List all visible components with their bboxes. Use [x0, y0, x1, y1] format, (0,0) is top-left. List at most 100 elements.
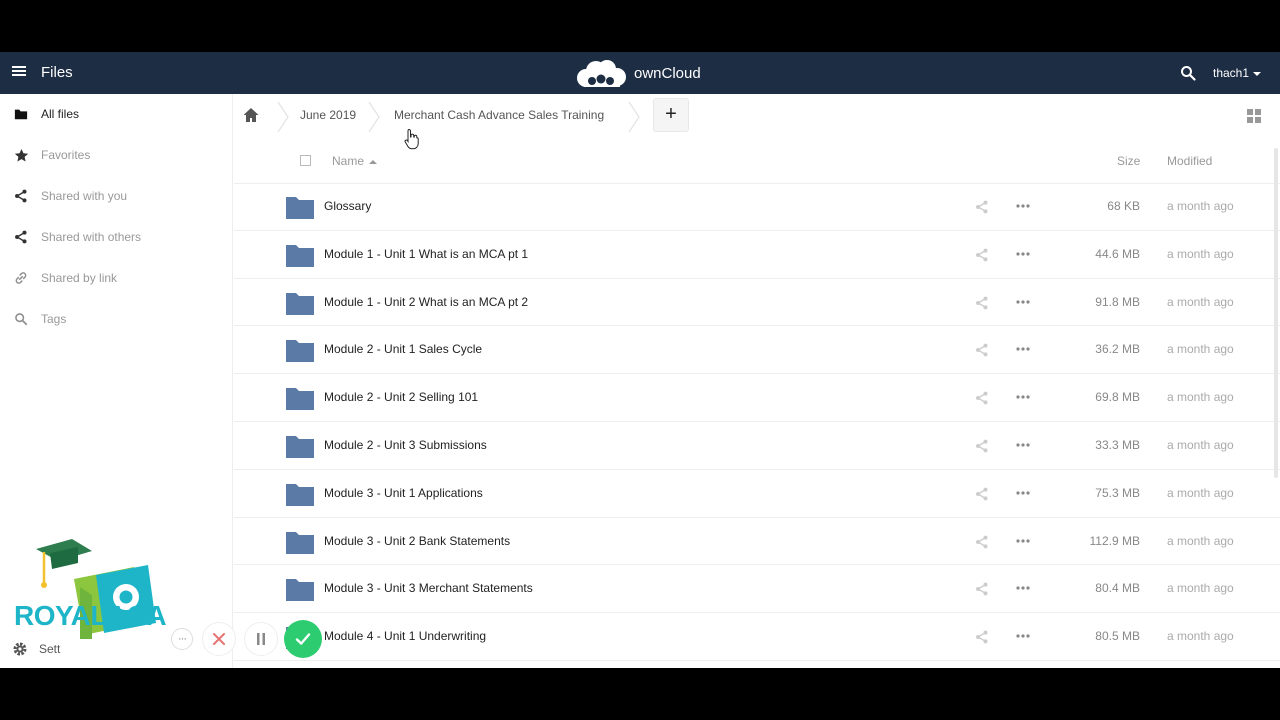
- table-row[interactable]: Module 3 - Unit 2 Bank Statements 112.9 M…: [234, 518, 1280, 566]
- file-size: 112.9 MB: [1089, 533, 1140, 548]
- file-name[interactable]: Module 3 - Unit 3 Merchant Statements: [324, 581, 533, 595]
- column-header-modified[interactable]: Modified: [1167, 154, 1212, 168]
- file-size: 69.8 MB: [1095, 390, 1140, 405]
- settings-button[interactable]: Sett: [12, 638, 92, 660]
- more-options-button[interactable]: ···: [171, 628, 193, 650]
- more-actions-icon[interactable]: [1014, 534, 1032, 548]
- share-icon[interactable]: [975, 200, 989, 214]
- file-size: 75.3 MB: [1095, 485, 1140, 500]
- file-name[interactable]: Glossary: [324, 199, 371, 213]
- folder-icon: [13, 106, 29, 122]
- breadcrumb-separator: [277, 102, 289, 132]
- new-file-button[interactable]: +: [653, 98, 689, 132]
- hand-cursor-icon: [404, 128, 419, 150]
- link-icon: [13, 270, 29, 286]
- sidebar-item-label: Shared with you: [41, 189, 128, 203]
- share-icon[interactable]: [975, 535, 989, 549]
- file-name[interactable]: Module 3 - Unit 1 Applications: [324, 486, 483, 500]
- table-row[interactable]: Module 4 - Unit 1 Underwriting 80.5 MB a m…: [234, 613, 1280, 661]
- table-row[interactable]: Module 2 - Unit 2 Selling 101 69.8 MB a mo…: [234, 374, 1280, 422]
- file-name[interactable]: Module 1 - Unit 1 What is an MCA pt 1: [324, 247, 528, 261]
- share-icon[interactable]: [975, 296, 989, 310]
- search-icon[interactable]: [1180, 65, 1196, 81]
- sidebar-item-favorites[interactable]: Favorites: [0, 135, 233, 175]
- share-icon: [13, 188, 29, 204]
- close-button[interactable]: [202, 622, 236, 656]
- star-icon: [13, 147, 29, 163]
- pause-button[interactable]: [244, 622, 278, 656]
- share-icon[interactable]: [975, 487, 989, 501]
- app-title[interactable]: Files: [41, 64, 73, 81]
- scrollbar[interactable]: [1274, 148, 1278, 478]
- brand-logo[interactable]: ownCloud: [572, 57, 701, 89]
- file-modified: a month ago: [1167, 485, 1234, 500]
- sidebar-item-shared-with-others[interactable]: Shared with others: [0, 217, 233, 257]
- column-header-name[interactable]: Name: [332, 154, 378, 168]
- close-icon: [213, 633, 225, 645]
- sidebar-item-shared-with-you[interactable]: Shared with you: [0, 176, 233, 216]
- file-modified: a month ago: [1167, 533, 1234, 548]
- tag-search-icon: [13, 311, 29, 327]
- logo-wordmark: ROYALACA: [14, 600, 167, 631]
- home-icon[interactable]: [242, 106, 260, 124]
- breadcrumb-current-folder[interactable]: Merchant Cash Advance Sales Training: [394, 108, 604, 122]
- folder-icon: [286, 292, 314, 315]
- sidebar-item-label: All files: [41, 107, 80, 121]
- folder-icon: [286, 435, 314, 458]
- table-row[interactable]: Module 3 - Unit 1 Applications 75.3 MB a m…: [234, 470, 1280, 518]
- file-name[interactable]: Module 2 - Unit 1 Sales Cycle: [324, 342, 482, 356]
- share-icon[interactable]: [975, 343, 989, 357]
- more-actions-icon[interactable]: [1014, 199, 1032, 213]
- file-modified: a month ago: [1167, 390, 1234, 405]
- breadcrumb-separator: [368, 102, 380, 132]
- file-size: 68 KB: [1107, 199, 1140, 213]
- folder-icon: [286, 340, 314, 363]
- table-row[interactable]: Module 2 - Unit 3 Submissions 33.3 MB a mo…: [234, 422, 1280, 470]
- column-header-size[interactable]: Size: [1117, 154, 1140, 168]
- file-name[interactable]: Module 2 - Unit 2 Selling 101: [324, 390, 478, 404]
- file-name[interactable]: Module 2 - Unit 3 Submissions: [324, 438, 487, 452]
- chevron-down-icon: [1253, 71, 1262, 76]
- sidebar-item-shared-by-link[interactable]: Shared by link: [0, 258, 233, 298]
- file-modified: a month ago: [1167, 342, 1234, 357]
- more-actions-icon[interactable]: [1014, 295, 1032, 309]
- share-icon[interactable]: [975, 630, 989, 644]
- more-actions-icon[interactable]: [1014, 438, 1032, 452]
- select-all-checkbox[interactable]: [300, 155, 311, 166]
- confirm-button[interactable]: [284, 620, 322, 658]
- top-header: Files ownCloud thach1: [0, 52, 1280, 94]
- sidebar-item-tags[interactable]: Tags: [0, 299, 233, 339]
- file-size: 36.2 MB: [1095, 342, 1140, 357]
- share-icon[interactable]: [975, 439, 989, 453]
- user-menu[interactable]: thach1: [1213, 66, 1262, 80]
- more-actions-icon[interactable]: [1014, 247, 1032, 261]
- more-actions-icon[interactable]: [1014, 342, 1032, 356]
- more-actions-icon[interactable]: [1014, 390, 1032, 404]
- table-row[interactable]: Module 1 - Unit 2 What is an MCA pt 2 91.…: [234, 279, 1280, 327]
- share-icon[interactable]: [975, 248, 989, 262]
- file-name[interactable]: Module 1 - Unit 2 What is an MCA pt 2: [324, 295, 528, 309]
- table-row[interactable]: Module 3 - Unit 3 Merchant Statements 80.…: [234, 565, 1280, 614]
- more-actions-icon[interactable]: [1014, 486, 1032, 500]
- file-table-body: Glossary 68 KB a month ago Module 1 - Unit …: [234, 183, 1280, 661]
- table-row[interactable]: Module 1 - Unit 1 What is an MCA pt 1 44.…: [234, 231, 1280, 279]
- file-size: 80.4 MB: [1095, 581, 1140, 596]
- sidebar-item-label: Favorites: [41, 148, 91, 162]
- table-row[interactable]: Glossary 68 KB a month ago: [234, 183, 1280, 231]
- folder-icon: [286, 483, 314, 506]
- file-modified: a month ago: [1167, 581, 1234, 596]
- file-name[interactable]: Module 4 - Unit 1 Underwriting: [324, 629, 486, 643]
- share-icon[interactable]: [975, 582, 989, 596]
- more-actions-icon[interactable]: [1014, 581, 1032, 595]
- sidebar-item-all-files[interactable]: All files: [0, 94, 233, 134]
- file-size: 91.8 MB: [1095, 294, 1140, 309]
- owncloud-app: Files ownCloud thach1 All files Favorite…: [0, 52, 1280, 668]
- breadcrumb-june-2019[interactable]: June 2019: [300, 108, 356, 122]
- share-icon[interactable]: [975, 391, 989, 405]
- file-name[interactable]: Module 3 - Unit 2 Bank Statements: [324, 534, 510, 548]
- table-row[interactable]: Module 2 - Unit 1 Sales Cycle 36.2 MB a mo…: [234, 326, 1280, 375]
- grid-view-icon[interactable]: [1247, 109, 1261, 123]
- more-actions-icon[interactable]: [1014, 629, 1032, 643]
- hamburger-icon[interactable]: [10, 64, 30, 82]
- video-letterbox-top: [0, 0, 1280, 52]
